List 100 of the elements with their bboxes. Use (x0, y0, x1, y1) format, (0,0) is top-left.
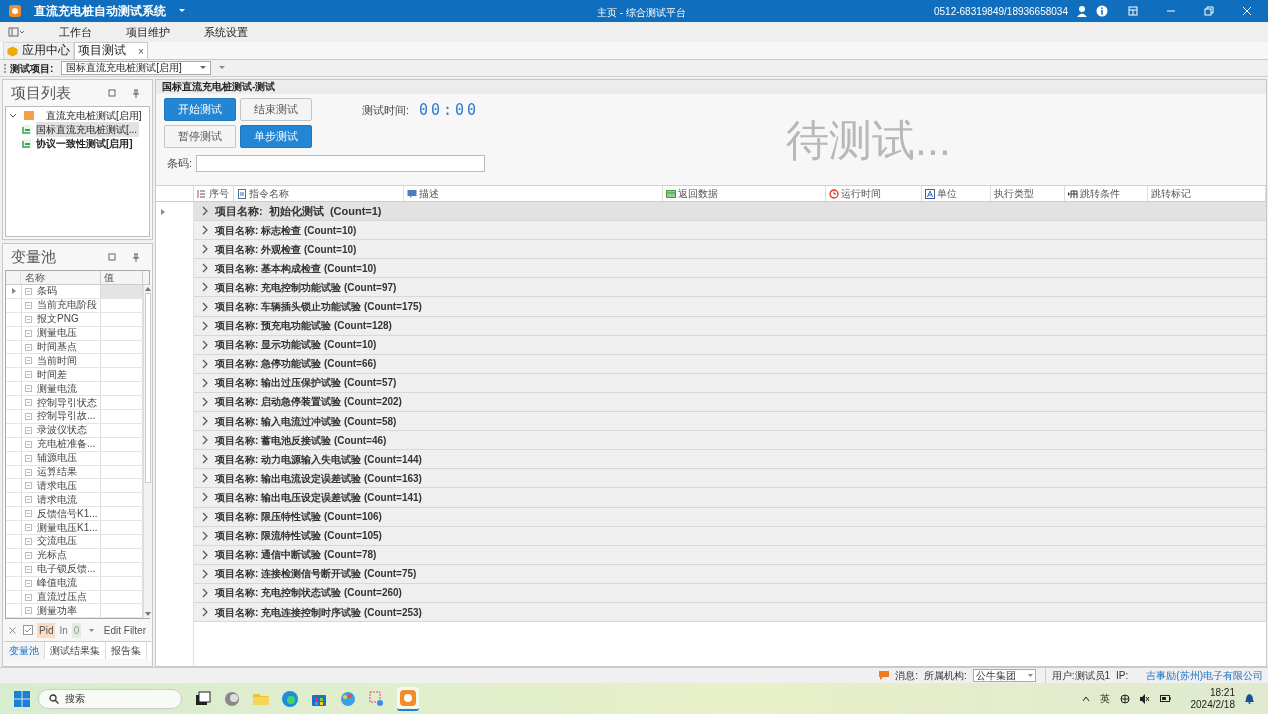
column-header[interactable]: 序号 (194, 186, 234, 201)
column-header[interactable]: 名称 (21, 271, 101, 284)
restore-icon[interactable] (1204, 6, 1214, 16)
group-row[interactable]: 项目名称: 外观检查 (Count=10) (194, 240, 1266, 260)
barcode-field[interactable] (196, 155, 486, 172)
column-header[interactable]: 值 (101, 271, 143, 284)
bell-icon[interactable] (1245, 693, 1254, 704)
table-cell: 测量电压 (37, 327, 77, 340)
expand-icon (202, 263, 208, 274)
row-icon (25, 440, 32, 448)
expand-icon (202, 282, 208, 293)
company-link[interactable]: 吉事励(苏州)电子有限公司 (1146, 668, 1263, 683)
palette-icon[interactable] (339, 689, 357, 708)
collapse-icon[interactable] (9, 112, 17, 119)
tab[interactable]: 测试结果集 (45, 642, 106, 660)
network-icon[interactable] (1119, 693, 1130, 704)
ime-indicator[interactable]: 英 (1099, 691, 1110, 706)
edit-filter-link[interactable]: Edit Filter (103, 622, 146, 638)
menu-item[interactable]: 系统设置 (193, 23, 259, 41)
group-row[interactable]: 项目名称: 车辆插头锁止功能试验 (Count=175) (194, 297, 1266, 317)
menu-item[interactable]: 工作台 (48, 23, 103, 41)
dropdown-icon[interactable] (89, 628, 95, 632)
menu-item[interactable]: 项目维护 (115, 23, 181, 41)
expand-icon (202, 511, 208, 522)
start-icon[interactable] (14, 690, 30, 707)
column-header[interactable]: 描述 (404, 186, 663, 201)
group-row[interactable]: 项目名称: 输出电流设定误差试验 (Count=163) (194, 469, 1266, 489)
info-icon[interactable] (1096, 5, 1108, 17)
tab[interactable]: 变量池 (4, 642, 45, 660)
group-row[interactable]: 项目名称: 基本构成检查 (Count=10) (194, 259, 1266, 279)
message-icon[interactable] (879, 671, 890, 680)
tab[interactable]: 应用中心 (3, 42, 74, 59)
row-icon (25, 399, 32, 407)
expand-icon (202, 397, 208, 407)
group-row[interactable]: 项目名称: 充电连接控制时序试验 (Count=253) (194, 602, 1266, 623)
browser-icon[interactable] (281, 689, 299, 708)
group-row[interactable]: 项目名称: 初始化测试 (Count=1) (194, 202, 1266, 222)
dropdown-icon[interactable] (178, 8, 186, 14)
close-icon[interactable] (1242, 6, 1252, 16)
taskbar-search[interactable]: 搜索 (38, 688, 182, 709)
clock-time[interactable]: 18:21 (1209, 686, 1235, 699)
scrollbar[interactable] (143, 285, 152, 619)
group-row[interactable]: 项目名称: 输出过压保护试验 (Count=57) (194, 373, 1266, 393)
group-row[interactable]: 项目名称: 通信中断试验 (Count=78) (194, 545, 1266, 565)
view-menu-icon[interactable] (8, 27, 24, 37)
mute-icon[interactable] (1139, 693, 1150, 704)
column-header[interactable]: 指令名称 (234, 186, 404, 201)
expand-icon (202, 473, 208, 484)
group-row[interactable]: 项目名称: 输入电流过冲试验 (Count=58) (194, 412, 1266, 432)
task-view-icon[interactable] (194, 689, 212, 708)
test-button[interactable]: 结束测试 (240, 98, 312, 121)
document-icon (22, 138, 31, 148)
maximize-icon[interactable] (108, 89, 116, 97)
group-row[interactable]: 项目名称: 显示功能试验 (Count=10) (194, 335, 1266, 355)
column-header[interactable]: 运行时间 (826, 186, 922, 201)
test-button[interactable]: 单步测试 (240, 125, 312, 148)
chevron-up-icon[interactable] (1081, 695, 1090, 702)
test-button[interactable]: 开始测试 (164, 98, 236, 121)
tab[interactable]: 报告集 (106, 642, 147, 660)
group-row[interactable]: 项目名称: 充电控制状态试验 (Count=260) (194, 583, 1266, 603)
maximize-icon[interactable] (108, 253, 116, 261)
project-dropdown[interactable]: 国标直流充电桩测试[启用] (61, 61, 212, 75)
user-icon[interactable] (1076, 5, 1088, 17)
tab-close-button[interactable]: × (138, 43, 144, 59)
layout-icon[interactable] (1128, 6, 1138, 16)
group-row[interactable]: 项目名称: 限压特性试验 (Count=106) (194, 507, 1266, 527)
org-dropdown[interactable]: 公牛集团 (972, 669, 1036, 682)
app-logo-icon[interactable] (397, 686, 419, 711)
dropdown-icon[interactable] (219, 66, 226, 70)
battery-icon[interactable] (1159, 695, 1171, 702)
column-header[interactable]: 单位 (922, 186, 991, 201)
column-header[interactable]: 返回数据 (663, 186, 826, 201)
group-row[interactable]: 项目名称: 动力电源输入失电试验 (Count=144) (194, 450, 1266, 470)
clock-date[interactable]: 2024/2/18 (1190, 698, 1235, 711)
group-row[interactable]: 项目名称: 充电控制功能试验 (Count=97) (194, 278, 1266, 298)
column-header[interactable]: 跳转条件 (1065, 186, 1148, 201)
pin-icon[interactable] (132, 88, 140, 98)
group-row[interactable]: 项目名称: 启动急停装置试验 (Count=202) (194, 392, 1266, 413)
group-row[interactable]: 项目名称: 急停功能试验 (Count=66) (194, 354, 1266, 374)
column-header[interactable]: 跳转标记 (1148, 186, 1266, 201)
row-icon (25, 593, 32, 601)
tab[interactable]: 项目测试 × (74, 42, 148, 59)
group-row[interactable]: 项目名称: 限流特性试验 (Count=105) (194, 526, 1266, 546)
column-header[interactable]: 执行类型 (991, 186, 1065, 201)
row-icon (25, 468, 32, 476)
tree-item[interactable]: 直流充电桩测试[启用] (46, 108, 142, 123)
group-row[interactable]: 项目名称: 蓄电池反接试验 (Count=46) (194, 431, 1266, 451)
clear-filter-icon[interactable] (9, 626, 16, 634)
group-row[interactable]: 项目名称: 输出电压设定误差试验 (Count=141) (194, 488, 1266, 508)
group-row[interactable]: 项目名称: 连接检测信号断开试验 (Count=75) (194, 564, 1266, 584)
checkbox[interactable] (23, 625, 33, 636)
group-row[interactable]: 项目名称: 预充电功能试验 (Count=128) (194, 316, 1266, 336)
group-row[interactable]: 项目名称: 标志检查 (Count=10) (194, 221, 1266, 241)
tree-item[interactable]: 协议一致性测试[启用] (36, 135, 135, 151)
snipping-icon[interactable] (368, 689, 386, 708)
test-button[interactable]: 暂停测试 (164, 125, 236, 148)
tree-item[interactable]: 国标直流充电桩测试[... (36, 121, 140, 137)
pin-icon[interactable] (132, 252, 140, 262)
window-title: 直流充电桩自动测试系统 (34, 3, 166, 20)
value-cell[interactable] (101, 285, 143, 298)
